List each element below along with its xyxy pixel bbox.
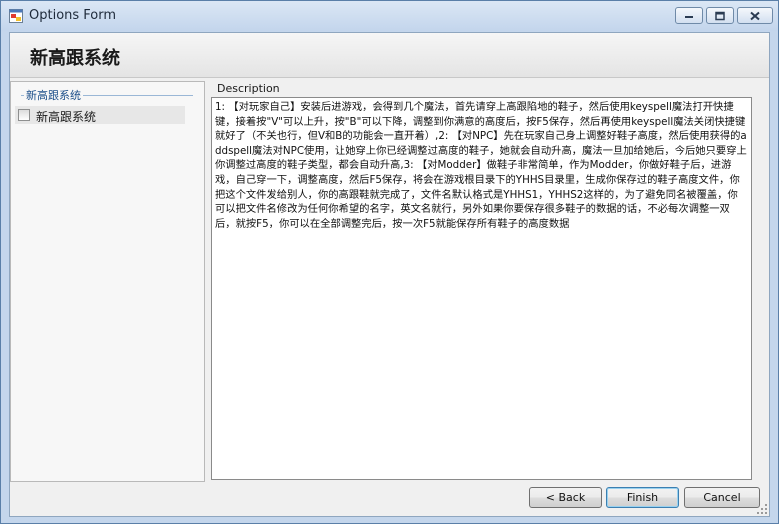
close-icon (750, 11, 760, 20)
group-label: 新高跟系统 (24, 87, 83, 103)
description-textbox[interactable]: 1: 【对玩家自己】安装后进游戏，会得到几个魔法，首先请穿上高跟陷地的鞋子，然后… (211, 97, 752, 480)
title-bar[interactable]: Options Form (1, 1, 778, 31)
window-title: Options Form (29, 8, 117, 23)
options-panel: 新高跟系统 新高跟系统 (10, 81, 205, 482)
header-band: 新高跟系统 (10, 33, 769, 78)
description-label: Description (217, 82, 280, 95)
page-title: 新高跟系统 (30, 48, 120, 69)
option-item[interactable]: 新高跟系统 (15, 106, 185, 124)
form-app-icon (9, 9, 23, 23)
maximize-icon (715, 11, 725, 20)
back-button[interactable]: < Back (529, 487, 602, 508)
cancel-button[interactable]: Cancel (684, 487, 760, 508)
option-label: 新高跟系统 (36, 110, 97, 124)
description-text: 1: 【对玩家自己】安装后进游戏，会得到几个魔法，首先请穿上高跟陷地的鞋子，然后… (215, 101, 747, 230)
close-button[interactable] (737, 7, 773, 24)
minimize-button[interactable] (675, 7, 703, 24)
options-form-window: Options Form 新高跟系统 新高跟系统 新高跟系统 Descripti… (0, 0, 779, 524)
form-client-area: 新高跟系统 新高跟系统 新高跟系统 Description 1: 【对玩家自己】… (9, 32, 770, 517)
option-checkbox[interactable] (18, 109, 30, 121)
minimize-icon (685, 15, 693, 18)
maximize-button[interactable] (706, 7, 734, 24)
finish-button[interactable]: Finish (606, 487, 679, 508)
resize-grip-icon[interactable] (756, 503, 768, 515)
